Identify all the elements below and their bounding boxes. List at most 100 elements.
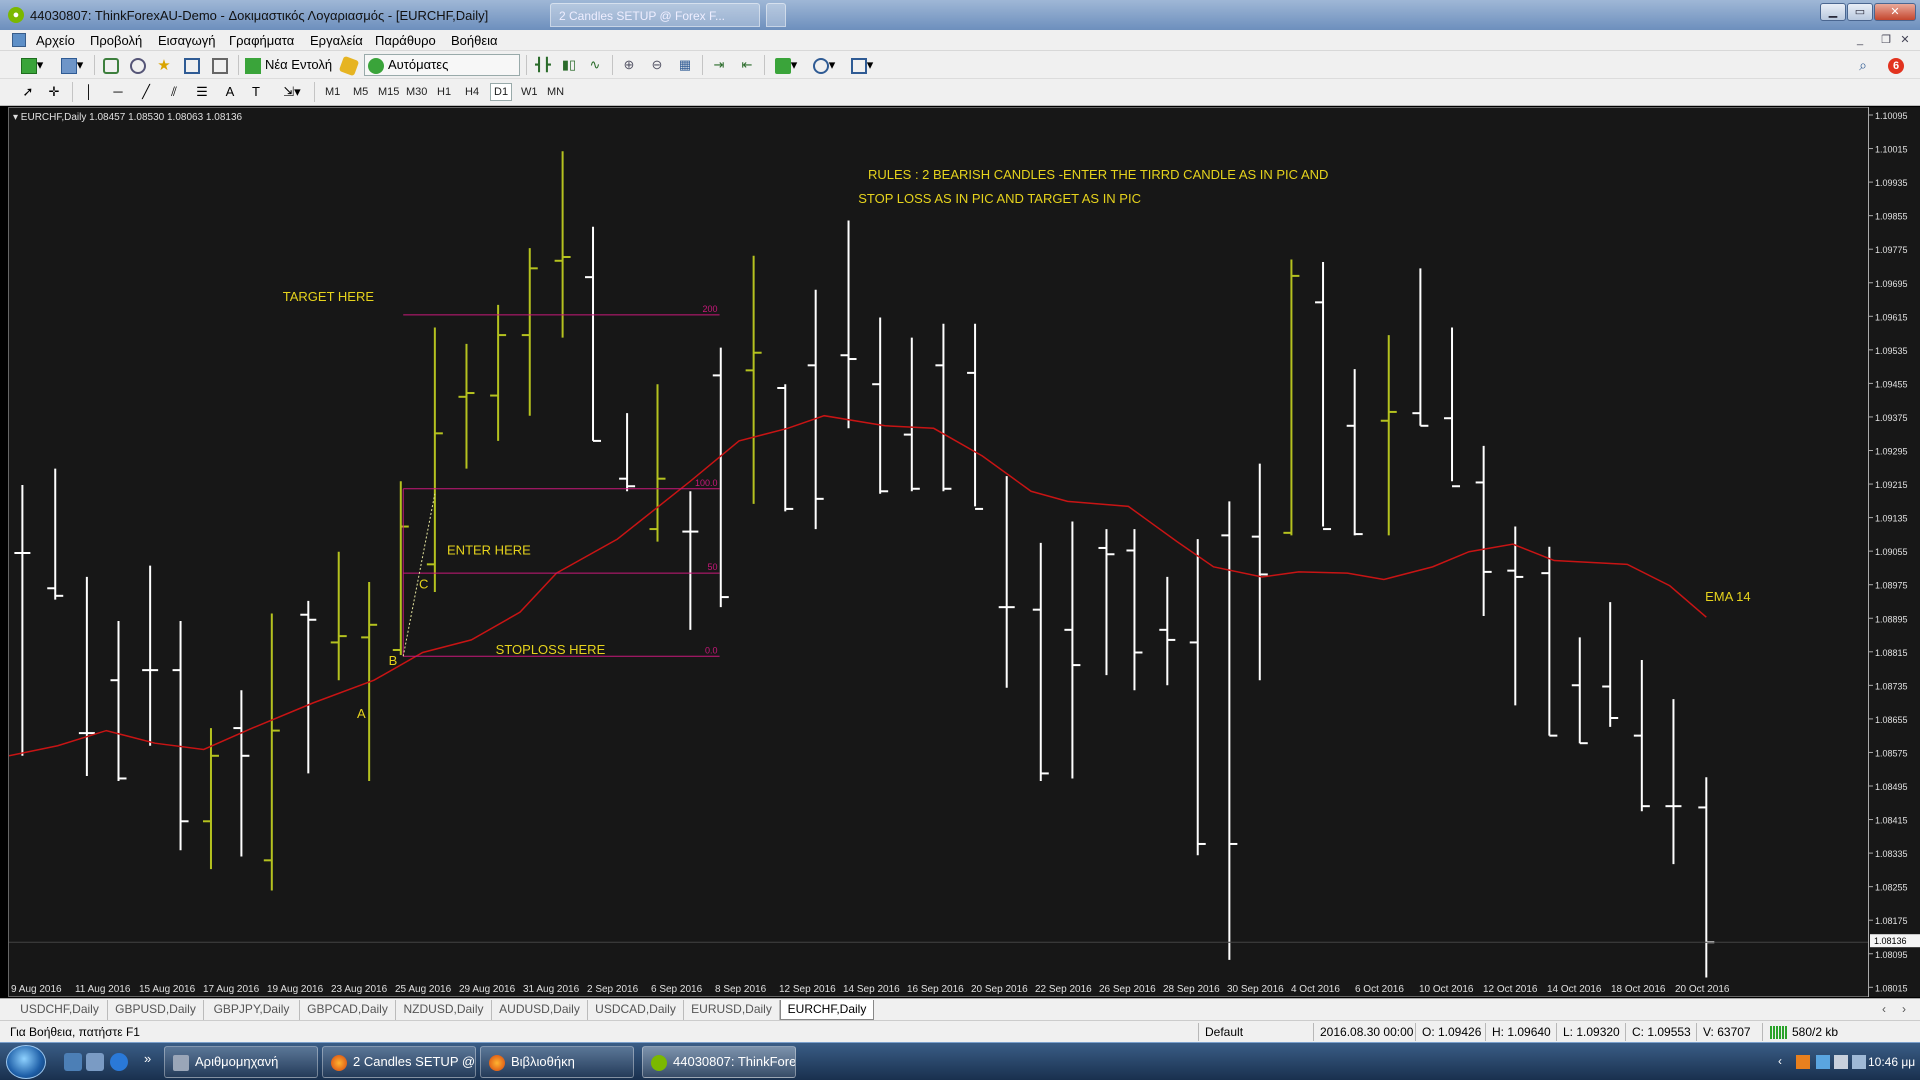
new-chart-button[interactable]: ▾	[16, 54, 48, 76]
chart-tab-gbpjpy[interactable]: GBPJPY,Daily	[204, 1000, 300, 1020]
chart-shift-button[interactable]: ⇤	[736, 54, 758, 76]
crosshair-tool[interactable]: ✛	[44, 81, 64, 103]
timeframe-m15[interactable]: M15	[378, 86, 399, 98]
mdi-minimize-button[interactable]: _	[1853, 34, 1867, 47]
price-axis[interactable]: 1.10095 1.10015 1.09935 1.09855 1.09775 1.096…	[1868, 107, 1920, 997]
taskbar-library[interactable]: Βιβλιοθήκη	[480, 1046, 634, 1078]
price-chart[interactable]: ▾ EURCHF,Daily 1.08457 1.08530 1.08063 1…	[8, 107, 1872, 997]
timeframe-w1[interactable]: W1	[521, 86, 538, 98]
network-icon[interactable]	[1816, 1055, 1830, 1069]
data-window-button[interactable]	[126, 54, 150, 76]
timeframe-mn[interactable]: MN	[547, 86, 564, 98]
language-icon[interactable]	[1852, 1055, 1866, 1069]
mdi-restore-button[interactable]: ❐	[1879, 34, 1893, 47]
text-tool[interactable]: A	[220, 81, 240, 103]
periods-button[interactable]: ▾	[808, 54, 840, 76]
chart-tab-nzdusd[interactable]: NZDUSD,Daily	[396, 1000, 492, 1020]
taskbar-calculator[interactable]: Αριθμομηχανή	[164, 1046, 318, 1078]
menu-insert[interactable]: Εισαγωγή	[158, 33, 215, 48]
firefox-icon	[331, 1054, 347, 1071]
bar-chart-button[interactable]: ┫┣	[532, 54, 554, 76]
menu-bar: Αρχείο Προβολή Εισαγωγή Γραφήματα Εργαλε…	[0, 30, 1920, 51]
arrows-tool[interactable]: ⇲▾	[276, 81, 308, 103]
candlestick-button[interactable]: ▮▯	[558, 54, 580, 76]
explorer-icon[interactable]	[86, 1053, 104, 1071]
tile-windows-button[interactable]: ▦	[674, 54, 696, 76]
timeframe-h1[interactable]: H1	[437, 86, 451, 98]
zoom-out-button[interactable]: ⊖	[646, 54, 668, 76]
text-label-tool[interactable]: T	[246, 81, 266, 103]
notifications-button[interactable]: 6	[1884, 54, 1908, 76]
price-bar	[585, 226, 602, 442]
show-desktop-icon[interactable]	[64, 1053, 82, 1071]
tray-overflow-icon[interactable]: ‹	[1778, 1054, 1782, 1068]
clock[interactable]: 10:46 μμ	[1868, 1055, 1915, 1069]
menu-window[interactable]: Παράθυρο	[375, 33, 436, 48]
chart-tab-eurchf[interactable]: EURCHF,Daily	[780, 1000, 874, 1020]
tray-app-icon[interactable]	[1796, 1055, 1810, 1069]
auto-trading-button[interactable]: Αυτόματες Συναλλαγές	[364, 54, 520, 92]
status-profile[interactable]: Default	[1205, 1025, 1243, 1039]
volume-icon[interactable]	[1834, 1055, 1848, 1069]
cursor-tool[interactable]: ➚	[18, 81, 38, 103]
app-icon: ●	[8, 7, 24, 23]
metaeditor-button[interactable]	[338, 54, 360, 76]
search-button[interactable]: ⌕	[1852, 54, 1874, 76]
new-order-icon	[245, 57, 261, 74]
line-chart-button[interactable]: ∿	[584, 54, 606, 76]
mdi-close-button[interactable]: ✕	[1898, 34, 1912, 47]
menu-charts[interactable]: Γραφήματα	[229, 33, 294, 48]
taskbar-firefox-forum[interactable]: 2 Candles SETUP @ ...	[322, 1046, 476, 1078]
timeframe-d1[interactable]: D1	[490, 83, 513, 101]
horizontal-line-tool[interactable]: ─	[108, 81, 128, 103]
navigator-button[interactable]: ★	[152, 54, 176, 76]
timeframe-m30[interactable]: M30	[406, 86, 427, 98]
profiles-button[interactable]: ▾	[56, 54, 88, 76]
chart-tab-gbpcad[interactable]: GBPCAD,Daily	[300, 1000, 396, 1020]
tab-scroll-left[interactable]: ‹	[1876, 1000, 1892, 1020]
fibonacci-tool[interactable]: ☰	[192, 81, 212, 103]
chart-tab-eurusd[interactable]: EURUSD,Daily	[684, 1000, 780, 1020]
market-watch-button[interactable]	[99, 54, 123, 76]
trendline-tool[interactable]: ╱	[136, 81, 156, 103]
chart-tab-gbpusd[interactable]: GBPUSD,Daily	[108, 1000, 204, 1020]
templates-button[interactable]: ▾	[846, 54, 878, 76]
quicklaunch-overflow-icon[interactable]: »	[144, 1051, 151, 1066]
annotation-ema: EMA 14	[1705, 589, 1751, 604]
vertical-line-tool[interactable]: │	[80, 81, 98, 103]
chart-tab-audusd[interactable]: AUDUSD,Daily	[492, 1000, 588, 1020]
browser-new-tab-ghost[interactable]	[766, 3, 786, 27]
menu-help[interactable]: Βοήθεια	[451, 33, 498, 48]
browser-tab-ghost[interactable]: 2 Candles SETUP @ Forex F...	[550, 3, 760, 27]
standard-toolbar: ▾ ▾ ★ Νέα Εντολή Αυτόματες Συναλλαγές ┫┣…	[0, 51, 1920, 92]
menu-tools[interactable]: Εργαλεία	[310, 33, 363, 48]
auto-scroll-button[interactable]: ⇥	[708, 54, 730, 76]
close-button[interactable]: ✕	[1874, 3, 1916, 21]
auto-scroll-icon: ⇥	[713, 57, 725, 72]
timeframe-h4[interactable]: H4	[465, 86, 479, 98]
chart-tab-usdcad[interactable]: USDCAD,Daily	[588, 1000, 684, 1020]
timeframe-m1[interactable]: M1	[325, 86, 340, 98]
chart-tab-usdchf[interactable]: USDCHF,Daily	[12, 1000, 108, 1020]
price-bar	[521, 248, 538, 416]
maximize-button[interactable]: ▭	[1847, 3, 1873, 21]
minimize-button[interactable]: ▁	[1820, 3, 1846, 21]
start-button[interactable]	[6, 1045, 46, 1079]
tab-scroll-right[interactable]: ›	[1896, 1000, 1912, 1020]
timeframe-m5[interactable]: M5	[353, 86, 368, 98]
zoom-in-button[interactable]: ⊕	[618, 54, 640, 76]
fib-diagonal-line	[402, 493, 436, 657]
new-order-button[interactable]: Νέα Εντολή	[244, 54, 334, 76]
terminal-button[interactable]	[180, 54, 204, 76]
time-axis-label: 14 Sep 2016	[843, 984, 900, 995]
equidistant-channel-tool[interactable]: ⫽	[164, 81, 184, 103]
time-axis-label: 29 Aug 2016	[459, 984, 516, 995]
menu-file[interactable]: Αρχείο	[36, 33, 75, 48]
taskbar-metatrader[interactable]: 44030807: ThinkFore...	[642, 1046, 796, 1078]
indicators-button[interactable]: ▾	[770, 54, 802, 76]
internet-explorer-icon[interactable]	[110, 1053, 128, 1071]
strategy-tester-button[interactable]	[208, 54, 232, 76]
mdi-window-icon[interactable]	[12, 33, 26, 47]
price-bar	[1126, 529, 1143, 691]
menu-view[interactable]: Προβολή	[90, 33, 142, 48]
